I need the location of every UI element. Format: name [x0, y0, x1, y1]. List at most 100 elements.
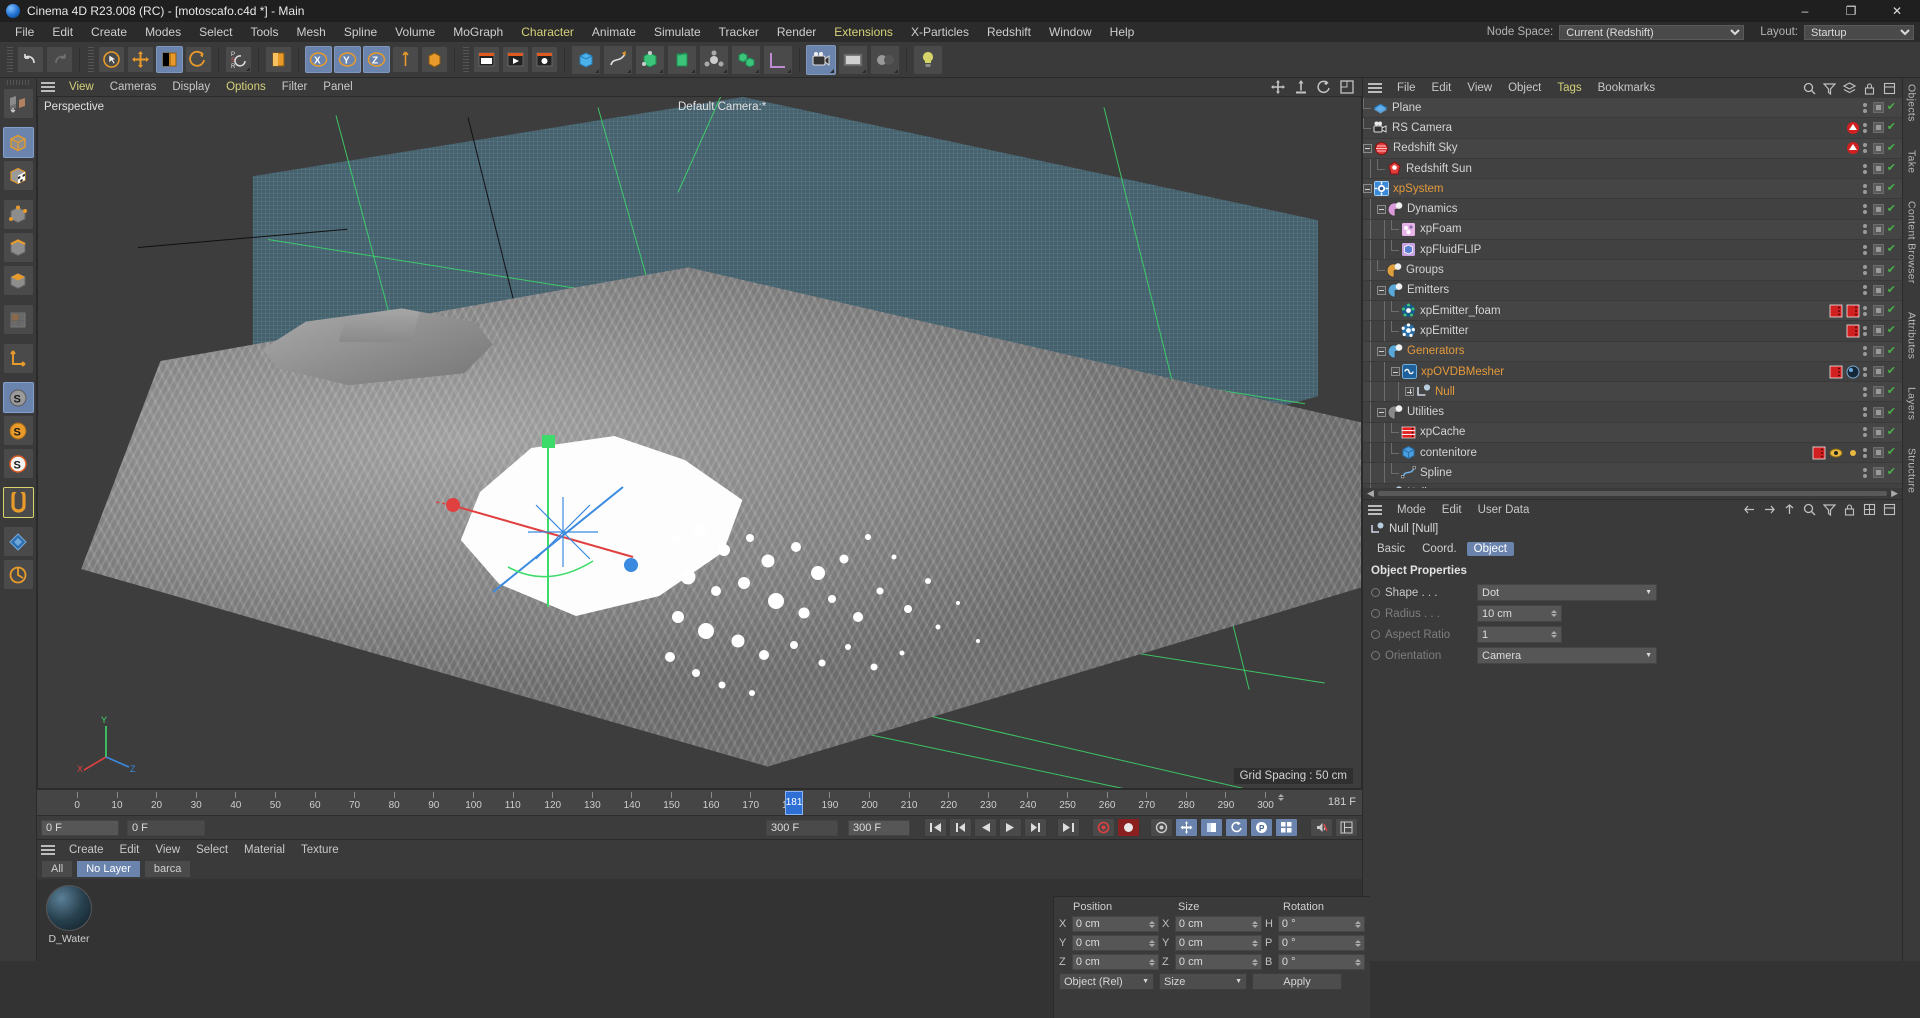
viewport-nav-icons[interactable]: [1271, 80, 1362, 94]
object-row-tags[interactable]: ✔: [1863, 346, 1896, 357]
material-menu-items[interactable]: CreateEditViewSelectMaterialTexture: [61, 844, 347, 856]
visibility-dots[interactable]: [1863, 123, 1867, 133]
menu-item-tools[interactable]: Tools: [241, 22, 287, 42]
visibility-dots[interactable]: [1863, 367, 1867, 377]
menu-item-x-particles[interactable]: X-Particles: [902, 22, 978, 42]
emitter-blue-icon[interactable]: [1401, 323, 1416, 338]
coord-size-input[interactable]: 0 cm: [1175, 916, 1262, 932]
add-spline-button[interactable]: [603, 45, 633, 75]
visibility-dots[interactable]: [1863, 224, 1867, 234]
autokeying-button[interactable]: [1092, 818, 1115, 837]
filter-icon[interactable]: [1823, 82, 1836, 95]
right-vertical-tabs[interactable]: ObjectsTakeContent BrowserAttributesLaye…: [1902, 78, 1920, 961]
preview-max-field[interactable]: 300 F: [766, 820, 838, 836]
object-row-tags[interactable]: ✔: [1863, 102, 1896, 113]
uv-mode-button[interactable]: [3, 304, 34, 335]
render-to-picture-viewer-button[interactable]: [502, 46, 529, 73]
object-row-tags[interactable]: ✔: [1863, 285, 1896, 296]
object-active-check-icon[interactable]: ✔: [1887, 285, 1896, 296]
quantize-button[interactable]: S: [3, 448, 34, 479]
model-mode-button[interactable]: [3, 127, 34, 158]
attribute-hamburger-icon[interactable]: [1368, 505, 1382, 515]
coordinates-buttons[interactable]: Object (Rel) ▼ Size ▼ Apply: [1059, 973, 1365, 990]
timeline-track[interactable]: 0102030405060708090100110120130140150160…: [77, 790, 1267, 816]
property-select[interactable]: Camera▼: [1477, 647, 1657, 664]
object-axis-button[interactable]: [421, 46, 448, 73]
step-back-button[interactable]: [949, 818, 972, 837]
object-enable-checkbox[interactable]: [1873, 265, 1884, 276]
pin-icon[interactable]: [1823, 503, 1836, 516]
object-active-check-icon[interactable]: ✔: [1887, 407, 1896, 418]
spinner-arrows-icon[interactable]: [1149, 921, 1155, 928]
object-menu-bookmarks[interactable]: Bookmarks: [1590, 82, 1664, 94]
object-enable-checkbox[interactable]: [1873, 325, 1884, 336]
object-label[interactable]: xpFoam: [1420, 223, 1462, 235]
coordinate-row[interactable]: X0 cmX0 cmH0 °: [1059, 916, 1365, 932]
viewport-menu-panel[interactable]: Panel: [315, 81, 360, 93]
object-row-tags[interactable]: ✔: [1846, 324, 1896, 338]
vertical-tab-objects[interactable]: Objects: [1906, 84, 1918, 122]
object-manager-menu[interactable]: FileEditViewObjectTagsBookmarks: [1363, 78, 1902, 98]
menu-item-extensions[interactable]: Extensions: [825, 22, 902, 42]
menu-item-modes[interactable]: Modes: [136, 22, 190, 42]
object-enable-checkbox[interactable]: [1873, 447, 1884, 458]
timeline-ruler[interactable]: 0102030405060708090100110120130140150160…: [37, 789, 1362, 815]
object-enable-checkbox[interactable]: [1873, 285, 1884, 296]
object-label[interactable]: Null: [1435, 386, 1455, 398]
object-active-check-icon[interactable]: ✔: [1887, 143, 1896, 154]
object-row[interactable]: Null✔: [1363, 484, 1902, 488]
null-icon[interactable]: [1388, 486, 1403, 488]
object-row[interactable]: RS Camera✔: [1363, 118, 1902, 138]
coordinates-rows[interactable]: X0 cmX0 cmH0 °Y0 cmY0 cmP0 °Z0 cmZ0 cmB0…: [1059, 916, 1365, 970]
spinner-arrows-icon[interactable]: [1551, 610, 1557, 617]
object-row[interactable]: Emitters✔: [1363, 281, 1902, 301]
add-mograph-button[interactable]: [731, 45, 761, 75]
viewport-menu-filter[interactable]: Filter: [274, 81, 316, 93]
object-row-tags[interactable]: ✔: [1846, 141, 1896, 155]
object-label[interactable]: Groups: [1406, 264, 1444, 276]
coordinates-manager[interactable]: Position Size Rotation X0 cmX0 cmH0 °Y0 …: [1053, 896, 1370, 1018]
object-row-tags[interactable]: ✔: [1846, 486, 1896, 488]
size-mode-select[interactable]: Size ▼: [1159, 973, 1247, 990]
maximize-button[interactable]: ❐: [1828, 0, 1874, 22]
node-space-select[interactable]: Current (Redshift): [1559, 25, 1744, 40]
attribute-manager-menu[interactable]: ModeEditUser Data: [1363, 499, 1902, 519]
expander-minus-icon[interactable]: [1363, 184, 1372, 193]
live-selection-tool[interactable]: [98, 46, 125, 73]
property-input[interactable]: 10 cm: [1477, 605, 1562, 622]
object-label[interactable]: xpEmitter: [1420, 325, 1469, 337]
spinner-arrows-icon[interactable]: [1149, 940, 1155, 947]
attribute-menu-mode[interactable]: Mode: [1389, 504, 1434, 516]
document-end-field[interactable]: 300 F: [848, 820, 910, 836]
rotation-key-button[interactable]: [1225, 818, 1248, 837]
polygons-mode-button[interactable]: [3, 265, 34, 296]
viewport-menu-bar[interactable]: ViewCamerasDisplayOptionsFilterPanel: [37, 78, 1362, 96]
object-enable-checkbox[interactable]: [1873, 163, 1884, 174]
move-view-icon[interactable]: [1271, 80, 1285, 94]
lock-workplane-button[interactable]: [3, 559, 34, 590]
object-row-tags[interactable]: ✔: [1863, 244, 1896, 255]
layer-chip-barca[interactable]: barca: [144, 860, 192, 878]
spinner-arrows-icon[interactable]: [1355, 959, 1361, 966]
grid-icon[interactable]: [1863, 503, 1876, 516]
object-row[interactable]: xpEmitter_foam✔: [1363, 301, 1902, 321]
object-row[interactable]: xpOVDBMesher✔: [1363, 362, 1902, 382]
forward-arrow-icon[interactable]: [1763, 503, 1776, 516]
property-row[interactable]: OrientationCamera▼: [1371, 646, 1894, 665]
object-menu-file[interactable]: File: [1389, 82, 1424, 94]
spinner-arrows-icon[interactable]: [1252, 921, 1258, 928]
object-row[interactable]: xpFoam✔: [1363, 220, 1902, 240]
object-active-check-icon[interactable]: ✔: [1887, 467, 1896, 478]
coord-rotation-input[interactable]: 0 °: [1278, 954, 1365, 970]
undo-button[interactable]: [17, 46, 44, 73]
red-tag-icon[interactable]: [1829, 365, 1843, 379]
material-sphere-icon[interactable]: [46, 885, 92, 931]
coord-system-select[interactable]: Object (Rel) ▼: [1059, 973, 1154, 990]
object-active-check-icon[interactable]: ✔: [1887, 204, 1896, 215]
object-row-tags[interactable]: ✔: [1863, 467, 1896, 478]
object-manager-hamburger-icon[interactable]: [1368, 83, 1382, 93]
object-active-check-icon[interactable]: ✔: [1887, 244, 1896, 255]
left-toolbar-grip[interactable]: [7, 80, 29, 85]
visibility-dots[interactable]: [1863, 468, 1867, 478]
attribute-menu-user-data[interactable]: User Data: [1470, 504, 1538, 516]
